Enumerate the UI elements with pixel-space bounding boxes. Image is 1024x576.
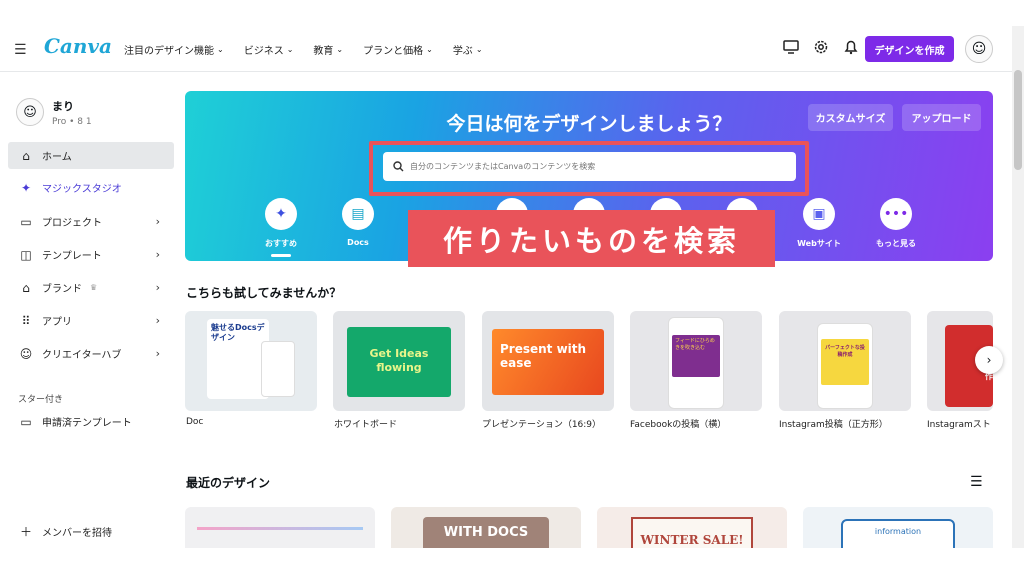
chevron-down-icon: ⌄	[336, 45, 344, 54]
template-card-facebook[interactable]: フィードにひらめきを吹き込む	[630, 311, 762, 411]
presentation-thumb: Present with ease	[492, 329, 604, 395]
card-label: Instagramスト	[927, 420, 991, 430]
chevron-down-icon: ⌄	[475, 45, 483, 54]
chevron-right-icon: ›	[986, 353, 992, 367]
docs-icon: ▤	[342, 198, 374, 230]
search-bar[interactable]	[383, 152, 796, 181]
folder-icon: ▭	[20, 214, 32, 229]
recent-section-title: 最近のデザイン	[186, 476, 271, 490]
template-card-whiteboard[interactable]: Get Ideas flowing	[333, 311, 465, 411]
custom-size-button[interactable]: カスタムサイズ	[808, 104, 893, 131]
card-label: Facebookの投稿（横）	[630, 420, 727, 430]
nav-education[interactable]: 教育 ⌄	[313, 42, 343, 57]
chevron-right-icon: ›	[155, 347, 160, 360]
nav-featured[interactable]: 注目のデザイン機能 ⌄	[124, 42, 224, 57]
avatar: ☺	[16, 98, 44, 126]
canva-logo[interactable]: Canva	[44, 34, 112, 58]
try-section-title: こちらも試してみませんか？	[186, 286, 342, 300]
template-card-presentation[interactable]: Present with ease	[482, 311, 614, 411]
list-view-icon[interactable]: ☰	[970, 474, 983, 490]
card-label: Instagram投稿（正方形）	[779, 420, 888, 430]
sidebar-item-templates[interactable]: ◫ テンプレート ›	[8, 241, 174, 268]
sparkle-icon: ✦	[20, 180, 32, 195]
doc-phone-thumb	[261, 341, 295, 397]
search-icon	[393, 161, 404, 172]
main-nav: 注目のデザイン機能 ⌄ ビジネス ⌄ 教育 ⌄ プランと価格 ⌄ 学ぶ ⌄	[124, 42, 483, 57]
plus-icon: ＋	[19, 525, 32, 539]
top-bar: ☰ Canva 注目のデザイン機能 ⌄ ビジネス ⌄ 教育 ⌄ プランと価格 ⌄ 学ぶ ⌄…	[0, 26, 1012, 72]
sidebar-item-apps[interactable]: ⠿ アプリ ›	[8, 307, 174, 334]
template-card-instagram-post[interactable]: パーフェクトな投稿作成	[779, 311, 911, 411]
nav-pricing[interactable]: プランと価格 ⌄	[363, 42, 433, 57]
user-plan: Pro • 8 1	[52, 117, 92, 127]
nav-learn[interactable]: 学ぶ ⌄	[453, 42, 483, 57]
user-name: まり	[52, 100, 74, 113]
crown-icon: ♛	[90, 283, 98, 292]
recent-thumb	[197, 527, 363, 530]
chevron-down-icon: ⌄	[217, 45, 224, 54]
creator-icon: ☺	[19, 346, 33, 361]
menu-icon[interactable]: ☰	[14, 42, 27, 58]
avatar[interactable]: ☺	[965, 35, 993, 63]
chevron-down-icon: ⌄	[286, 45, 294, 54]
gear-icon[interactable]	[812, 38, 830, 56]
card-label: ホワイトボード	[334, 420, 398, 430]
user-profile[interactable]: ☺ まり Pro • 8 1	[16, 98, 92, 127]
card-label: プレゼンテーション（16:9）	[482, 420, 602, 430]
whiteboard-thumb: Get Ideas flowing	[347, 327, 451, 397]
chevron-down-icon: ⌄	[426, 45, 433, 54]
category-docs[interactable]: ▤ Docs	[328, 198, 388, 247]
sidebar-item-home[interactable]: ⌂ ホーム	[8, 142, 174, 169]
website-icon: ▣	[803, 198, 835, 230]
bottom-margin	[0, 548, 1024, 576]
category-recommended[interactable]: ✦ おすすめ	[251, 198, 311, 249]
card-label: Doc	[186, 417, 204, 427]
nav-business[interactable]: ビジネス ⌄	[244, 42, 294, 57]
carousel-next-button[interactable]: ›	[975, 346, 1003, 374]
sparkle-icon: ✦	[265, 198, 297, 230]
template-icon: ◫	[20, 247, 32, 262]
sidebar-item-magic-studio[interactable]: ✦ マジックスタジオ	[8, 174, 174, 201]
sidebar-item-creator-hub[interactable]: ☺ クリエイターハブ ›	[8, 340, 174, 367]
facebook-thumb: フィードにひらめきを吹き込む	[672, 335, 720, 377]
brand-icon: ⌂	[22, 280, 30, 295]
search-input[interactable]	[410, 162, 790, 171]
bell-icon[interactable]	[842, 38, 860, 56]
category-website[interactable]: ▣ Webサイト	[789, 198, 849, 249]
starred-heading: スター付き	[18, 395, 64, 405]
active-category-indicator	[271, 254, 291, 257]
folder-icon: ▭	[20, 414, 32, 429]
sidebar-item-brand[interactable]: ⌂ ブランド ♛ ›	[8, 274, 174, 301]
sidebar: ☺ まり Pro • 8 1 ⌂ ホーム ✦ マジックスタジオ ▭ プロジェクト…	[0, 90, 180, 548]
invite-members-button[interactable]: ＋ メンバーを招待	[8, 518, 174, 545]
create-design-button[interactable]: デザインを作成	[865, 36, 954, 62]
sidebar-item-projects[interactable]: ▭ プロジェクト ›	[8, 208, 174, 235]
desktop-icon[interactable]	[782, 38, 800, 56]
home-icon: ⌂	[22, 148, 30, 163]
top-icon-group	[782, 38, 860, 56]
apps-grid-icon: ⠿	[21, 313, 31, 328]
chevron-right-icon: ›	[155, 248, 160, 261]
upload-button[interactable]: アップロード	[902, 104, 981, 131]
chevron-right-icon: ›	[155, 314, 160, 327]
more-icon: •••	[880, 198, 912, 230]
doc-thumb: 魅せるDocsデザイン	[207, 319, 269, 399]
canva-home-screen: ☰ Canva 注目のデザイン機能 ⌄ ビジネス ⌄ 教育 ⌄ プランと価格 ⌄ 学ぶ ⌄…	[0, 0, 1024, 576]
annotation-caption: 作りたいものを検索	[408, 210, 775, 267]
template-card-doc[interactable]: 魅せるDocsデザイン	[185, 311, 317, 411]
chevron-right-icon: ›	[155, 281, 160, 294]
scrollbar-thumb[interactable]	[1014, 70, 1022, 170]
chevron-right-icon: ›	[155, 215, 160, 228]
sidebar-item-starred-template[interactable]: ▭ 申請済テンプレート	[8, 408, 174, 435]
instagram-thumb: パーフェクトな投稿作成	[821, 339, 869, 385]
category-more[interactable]: ••• もっと見る	[866, 198, 926, 249]
